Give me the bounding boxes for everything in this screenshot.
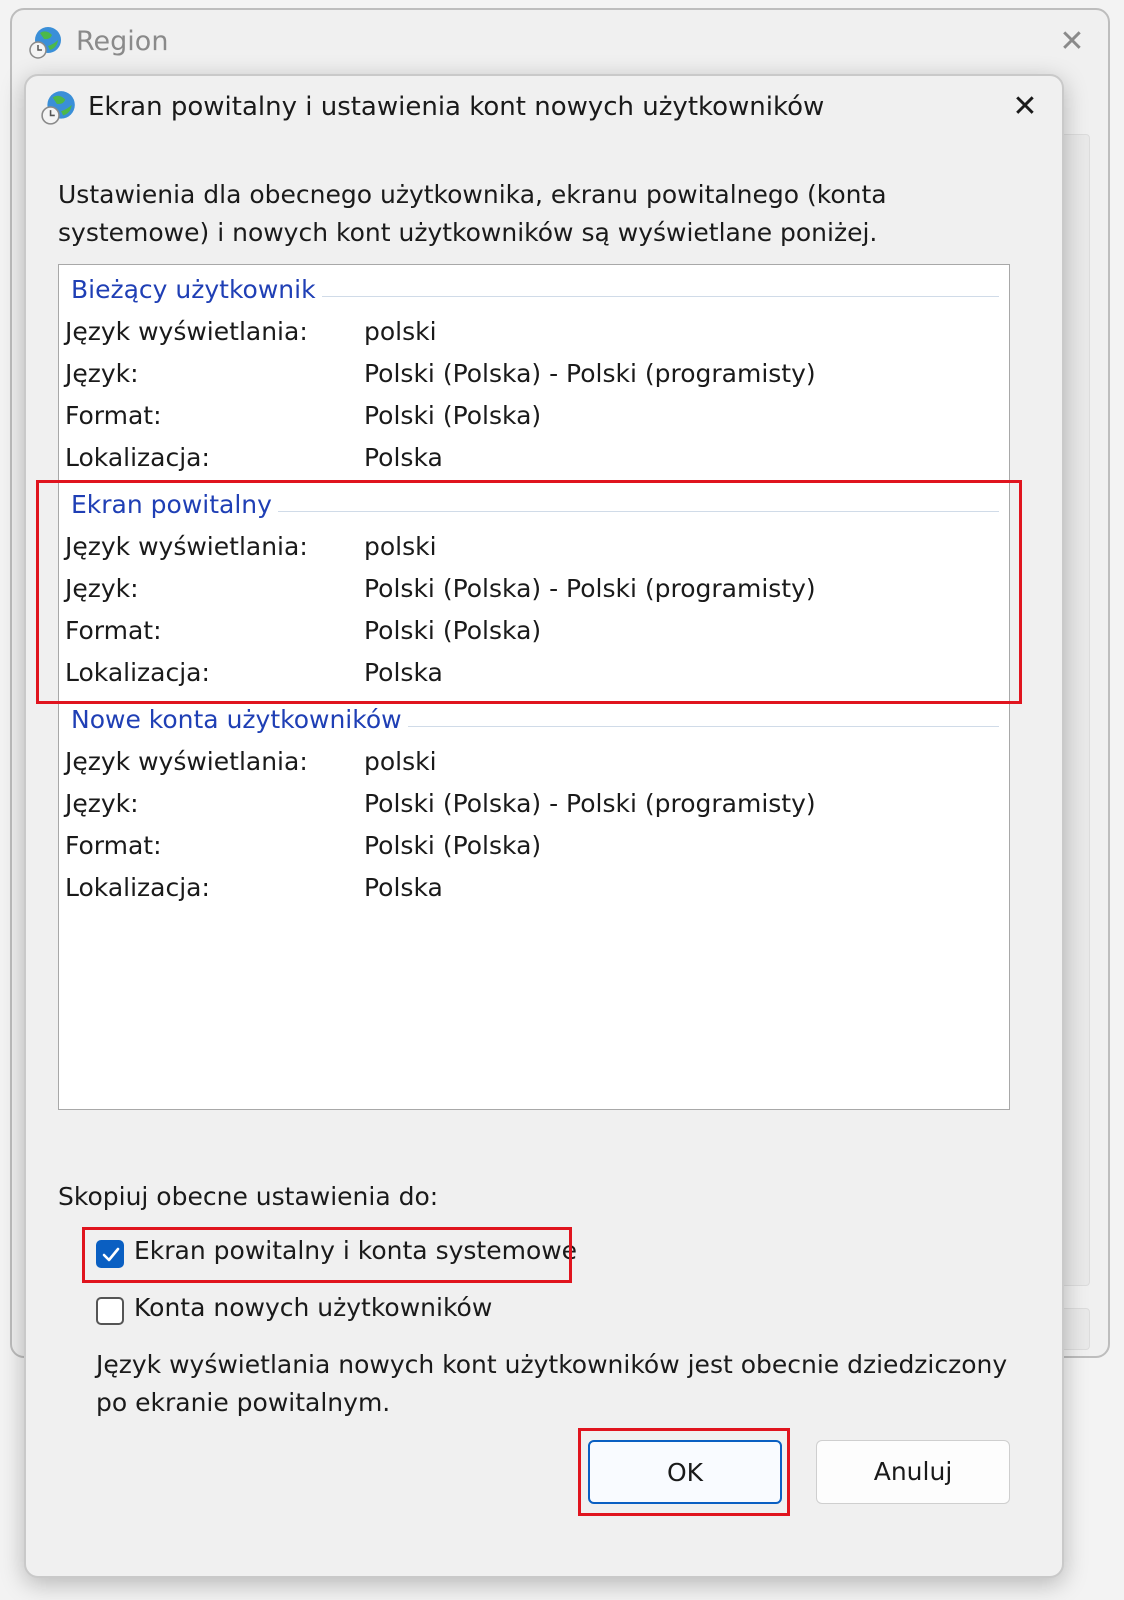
welcome-settings-dialog: Ekran powitalny i ustawienia kont nowych… <box>24 74 1064 1578</box>
setting-value: Polski (Polska) <box>364 831 542 860</box>
setting-row: Język wyświetlania: polski <box>65 317 965 355</box>
setting-row: Język wyświetlania: polski <box>65 747 965 785</box>
cancel-button[interactable]: Anuluj <box>816 1440 1010 1504</box>
highlight-checkbox <box>82 1227 572 1283</box>
setting-value: Polska <box>364 873 443 902</box>
close-icon[interactable]: ✕ <box>1058 27 1086 57</box>
group-title: Nowe konta użytkowników <box>71 705 408 734</box>
setting-label: Język wyświetlania: <box>65 317 308 346</box>
setting-row: Lokalizacja: Polska <box>65 443 965 481</box>
setting-value: Polski (Polska) <box>364 401 542 430</box>
group-title: Bieżący użytkownik <box>71 275 322 304</box>
globe-clock-icon <box>40 88 78 126</box>
setting-value: Polski (Polska) - Polski (programisty) <box>364 789 816 818</box>
region-title: Region <box>76 26 169 57</box>
setting-label: Język wyświetlania: <box>65 747 308 776</box>
setting-row: Język: Polski (Polska) - Polski (program… <box>65 789 965 827</box>
highlight-ok-button <box>578 1428 790 1516</box>
copy-settings-label: Skopiuj obecne ustawienia do: <box>58 1182 439 1211</box>
setting-value: Polska <box>364 443 443 472</box>
setting-label: Lokalizacja: <box>65 443 210 472</box>
region-titlebar: Region ✕ <box>12 10 1108 76</box>
setting-label: Język: <box>65 359 139 388</box>
checkbox-unchecked[interactable] <box>96 1297 124 1325</box>
setting-value: Polski (Polska) - Polski (programisty) <box>364 359 816 388</box>
setting-row: Format: Polski (Polska) <box>65 401 965 439</box>
highlight-welcome-group <box>36 480 1022 704</box>
inheritance-note: Język wyświetlania nowych kont użytkowni… <box>96 1350 1008 1417</box>
setting-value: polski <box>364 747 437 776</box>
setting-label: Język: <box>65 789 139 818</box>
setting-row: Język: Polski (Polska) - Polski (program… <box>65 359 965 397</box>
setting-row: Lokalizacja: Polska <box>65 873 965 911</box>
dialog-title: Ekran powitalny i ustawienia kont nowych… <box>88 92 825 122</box>
intro-text: Ustawienia dla obecnego użytkownika, ekr… <box>58 180 887 247</box>
setting-label: Lokalizacja: <box>65 873 210 902</box>
close-icon[interactable]: ✕ <box>1010 92 1040 122</box>
setting-value: polski <box>364 317 437 346</box>
checkbox-label: Konta nowych użytkowników <box>134 1293 493 1322</box>
setting-row: Format: Polski (Polska) <box>65 831 965 869</box>
setting-label: Format: <box>65 401 162 430</box>
globe-clock-icon <box>28 24 64 60</box>
setting-label: Format: <box>65 831 162 860</box>
